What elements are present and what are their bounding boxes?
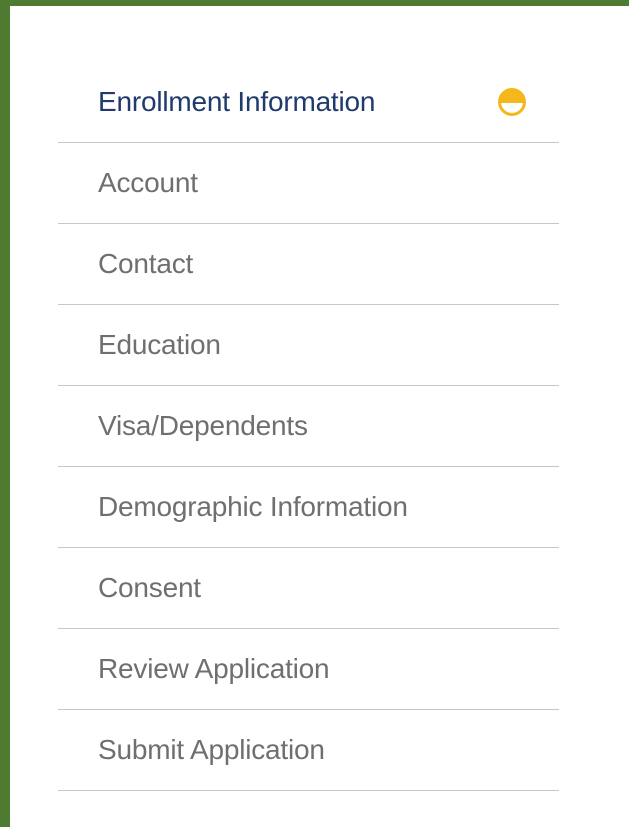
nav-item-account[interactable]: Account	[58, 143, 559, 224]
application-steps-nav: Enrollment Information Account Contact E…	[58, 62, 559, 791]
nav-item-label: Enrollment Information	[98, 86, 376, 117]
nav-item-education[interactable]: Education	[58, 305, 559, 386]
nav-item-consent[interactable]: Consent	[58, 548, 559, 629]
nav-item-demographic-information[interactable]: Demographic Information	[58, 467, 559, 548]
nav-item-submit-application[interactable]: Submit Application	[58, 710, 559, 791]
nav-item-label: Account	[98, 167, 198, 198]
nav-item-label: Visa/Dependents	[98, 410, 308, 441]
nav-item-label: Education	[98, 329, 221, 360]
panel-edge	[20, 12, 23, 833]
nav-item-review-application[interactable]: Review Application	[58, 629, 559, 710]
nav-item-label: Review Application	[98, 653, 330, 684]
nav-item-label: Contact	[98, 248, 194, 279]
nav-item-label: Submit Application	[98, 734, 325, 765]
nav-item-enrollment-information[interactable]: Enrollment Information	[58, 62, 559, 143]
nav-item-label: Consent	[98, 572, 201, 603]
nav-item-contact[interactable]: Contact	[58, 224, 559, 305]
application-nav-panel: Enrollment Information Account Contact E…	[0, 0, 629, 833]
nav-item-label: Demographic Information	[98, 491, 408, 522]
nav-item-visa-dependents[interactable]: Visa/Dependents	[58, 386, 559, 467]
half-complete-icon	[498, 88, 526, 116]
